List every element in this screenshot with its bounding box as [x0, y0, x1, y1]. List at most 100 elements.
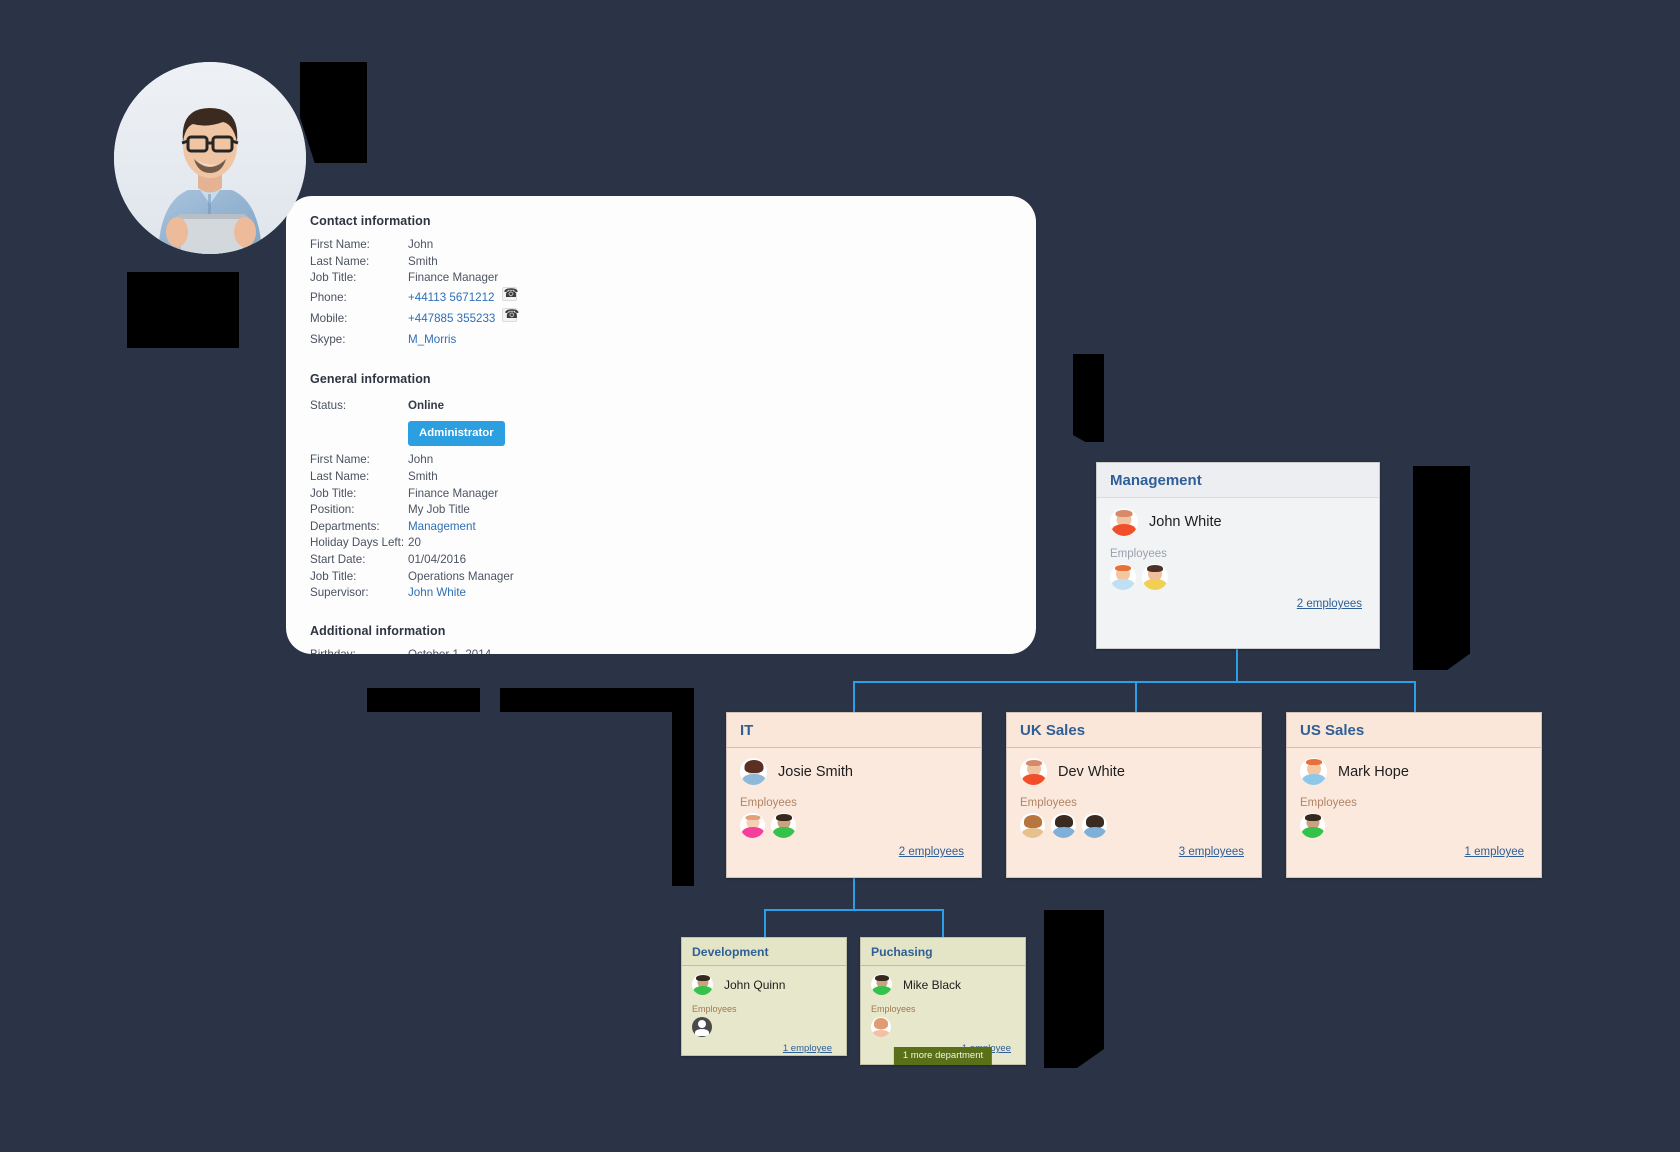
org-node-us-sales[interactable]: US Sales Mark Hope Employees 1 employee	[1286, 712, 1542, 878]
more-departments-badge[interactable]: 1 more department	[893, 1047, 993, 1065]
field-label: Phone:	[310, 290, 347, 304]
redaction-block	[1044, 910, 1104, 1068]
connector-line	[764, 909, 944, 911]
redaction-block	[300, 62, 367, 163]
manager-name: Mark Hope	[1338, 763, 1409, 780]
field-label: Last Name:	[310, 254, 370, 268]
avatar	[740, 758, 767, 785]
connector-line	[853, 877, 855, 910]
redaction-block	[672, 688, 694, 886]
connector-line	[1236, 649, 1238, 682]
node-manager: Mike Black	[871, 970, 1015, 997]
supervisor-link[interactable]: John White	[408, 585, 466, 602]
role-badge-row: Administrator	[310, 416, 1012, 453]
field-label: Job Title:	[310, 569, 357, 583]
connector-line	[764, 909, 766, 937]
phone-value[interactable]: +44113 5671212	[408, 287, 495, 308]
redaction-block	[1073, 354, 1104, 442]
field-label: Holiday Days Left:	[310, 536, 405, 550]
contact-row-mobile: Mobile: +447885 355233	[310, 306, 1012, 329]
redaction-block	[367, 688, 480, 712]
profile-avatar-photo[interactable]	[114, 62, 306, 254]
mobile-value[interactable]: +447885 355233	[408, 308, 495, 329]
field-value: Smith	[408, 254, 438, 268]
field-value: John	[408, 453, 434, 467]
org-node-management[interactable]: Management John White Employees 2 employ…	[1096, 462, 1380, 649]
node-manager: John White	[1110, 504, 1366, 538]
employee-count-link[interactable]: 2 employees	[740, 838, 968, 860]
general-information-heading: General information	[310, 371, 431, 386]
org-node-uk-sales[interactable]: UK Sales Dev White Employees 3 employees	[1006, 712, 1262, 878]
employee-count-link[interactable]: 2 employees	[1110, 590, 1366, 612]
employee-count-link[interactable]: 1 employee	[1300, 838, 1528, 860]
field-label: Position:	[310, 503, 355, 517]
redaction-block	[127, 272, 239, 348]
status-row: Status: Online	[310, 395, 1012, 416]
avatar	[1300, 813, 1325, 838]
avatar	[871, 1017, 891, 1037]
manager-name: Dev White	[1058, 763, 1125, 780]
avatar	[771, 813, 796, 838]
employee-avatars	[740, 813, 968, 838]
status-badge[interactable]: Administrator	[408, 420, 505, 447]
employees-label: Employees	[692, 1004, 737, 1014]
connector-line	[853, 681, 855, 712]
contact-row: First Name: John	[310, 237, 1012, 254]
avatar	[1082, 813, 1107, 838]
field-value: My Job Title	[408, 503, 470, 517]
general-row: First Name: John	[310, 452, 1012, 469]
connector-line	[1414, 681, 1416, 712]
avatar	[692, 974, 713, 995]
manager-name: John White	[1149, 514, 1222, 530]
general-row: Position: My Job Title	[310, 502, 1012, 519]
general-row: Job Title: Finance Manager	[310, 486, 1012, 503]
employee-avatars	[1020, 813, 1248, 838]
field-label: Job Title:	[310, 271, 357, 285]
node-title: Management	[1097, 463, 1379, 498]
employee-profile-card: Contact information First Name: John Las…	[286, 196, 1036, 654]
field-value: Smith	[408, 469, 438, 483]
org-node-it[interactable]: IT Josie Smith Employees 2 employees	[726, 712, 982, 878]
employees-label: Employees	[1020, 797, 1077, 809]
node-manager: John Quinn	[692, 970, 836, 997]
contact-row: Last Name: Smith	[310, 254, 1012, 271]
phone-icon[interactable]	[501, 285, 518, 301]
field-value: Finance Manager	[408, 486, 499, 500]
manager-name: Josie Smith	[778, 763, 853, 780]
org-node-purchasing[interactable]: Puchasing Mike Black Employees 1 employe…	[860, 937, 1026, 1065]
node-manager: Mark Hope	[1300, 754, 1528, 787]
field-label: Mobile:	[310, 311, 348, 325]
general-row-supervisor: Supervisor: John White	[310, 585, 1012, 602]
general-row-departments: Departments: Management	[310, 519, 1012, 536]
employee-count-link[interactable]: 1 employee	[692, 1037, 836, 1056]
department-link[interactable]: Management	[408, 519, 476, 536]
redaction-block	[1413, 466, 1470, 670]
general-row: Start Date: 01/04/2016	[310, 552, 1012, 569]
node-title: Development	[682, 938, 846, 966]
field-value: October 1, 2014	[408, 647, 491, 654]
employees-label: Employees	[1300, 797, 1357, 809]
node-title: Puchasing	[861, 938, 1025, 966]
phone-icon[interactable]	[502, 306, 519, 322]
skype-value[interactable]: M_Morris	[408, 329, 456, 350]
employees-label: Employees	[1110, 548, 1167, 560]
employees-label: Employees	[871, 1004, 916, 1014]
field-label: Status:	[310, 398, 347, 412]
org-node-development[interactable]: Development John Quinn Employees 1 emplo…	[681, 937, 847, 1056]
field-label: Supervisor:	[310, 586, 369, 600]
general-row: Last Name: Smith	[310, 469, 1012, 486]
connector-line	[1135, 681, 1137, 712]
employee-count-link[interactable]: 3 employees	[1020, 838, 1248, 860]
avatar	[1110, 508, 1138, 536]
field-label: Birthday:	[310, 647, 408, 654]
node-title: US Sales	[1287, 713, 1541, 748]
general-row: Holiday Days Left: 20	[310, 535, 1012, 552]
field-label: First Name:	[310, 453, 370, 467]
avatar	[1300, 758, 1327, 785]
additional-row-birthday: Birthday: October 1, 2014	[310, 647, 1012, 654]
employees-label: Employees	[740, 797, 797, 809]
contact-row: Job Title: Finance Manager	[310, 270, 1012, 287]
avatar-illustration	[114, 62, 306, 254]
field-value: 20	[408, 536, 421, 550]
employee-avatars	[1110, 564, 1366, 590]
